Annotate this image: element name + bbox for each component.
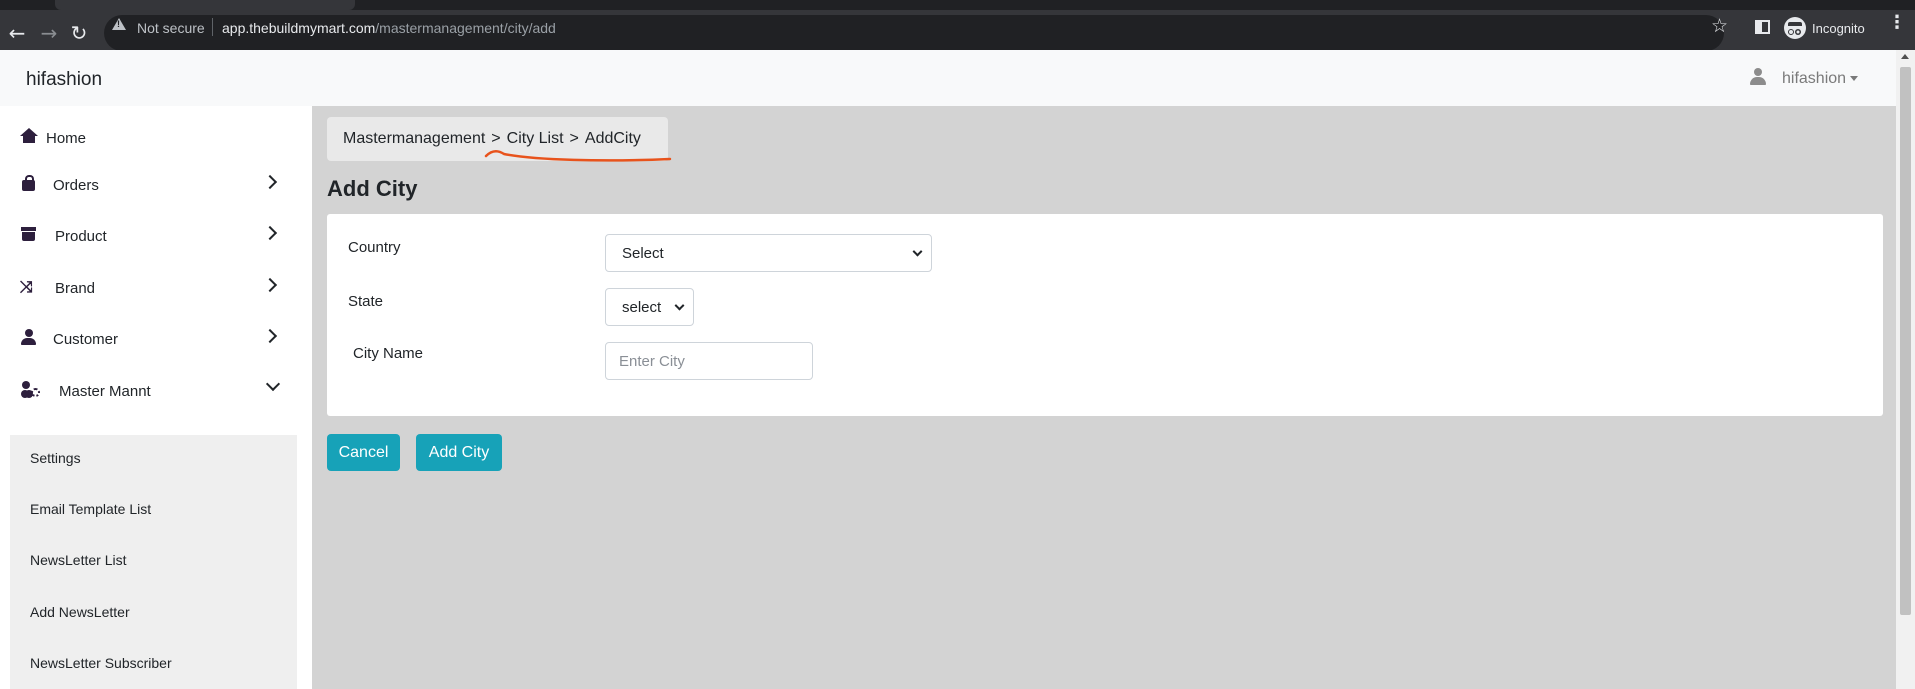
user-icon[interactable] [1749,68,1767,86]
city-name-label: City Name [353,345,424,362]
user-gear-icon [20,381,40,399]
sidebar-item-label: Master Mannt [59,383,151,400]
chevron-down-icon [912,246,923,257]
breadcrumb-item-city-list[interactable]: City List [507,130,564,148]
scroll-up-icon[interactable] [1901,54,1909,59]
person-icon [20,329,38,347]
sidebar-item-label: Orders [53,177,99,194]
submenu-item-newsletter-subscriber[interactable]: NewsLetter Subscriber [30,655,172,671]
sidebar-item-orders[interactable]: Orders [0,163,312,207]
chevron-down-icon [674,300,685,311]
forward-arrow-icon[interactable]: → [37,21,61,45]
page-scrollbar[interactable] [1896,50,1915,689]
sidebar-item-brand[interactable]: ⤨ Brand [0,266,312,310]
submenu-master-mannt: Settings Email Template List NewsLetter … [10,435,297,689]
back-arrow-icon[interactable]: ← [5,21,29,45]
breadcrumb-separator: > [569,130,579,147]
scrollbar-thumb[interactable] [1900,67,1911,615]
browser-menu-icon[interactable]: ⋮ [1888,14,1906,32]
home-icon [20,128,38,146]
chevron-right-icon [262,174,278,190]
sidebar-item-label: Home [46,130,87,147]
country-label: Country [348,239,401,256]
chevron-right-icon [262,328,278,344]
sidebar-item-label: Customer [53,331,119,348]
country-select-value: Select [622,244,664,262]
breadcrumb-separator: > [491,130,501,147]
sidebar-item-product[interactable]: Product [0,214,312,258]
incognito-indicator[interactable]: Incognito [1780,15,1873,41]
chevron-right-icon [262,277,278,293]
user-menu-toggle[interactable]: hifashion [1782,70,1846,88]
chevron-down-icon [265,376,281,392]
shopping-bag-icon [20,175,38,193]
add-city-form: Country Select State select City Name [327,214,1883,416]
sidebar-item-label: Product [55,228,107,245]
reload-icon[interactable]: ↻ [67,21,91,45]
add-city-button[interactable]: Add City [416,434,502,471]
breadcrumb-item-addcity: AddCity [584,130,641,147]
sidebar-item-customer[interactable]: Customer [0,317,312,361]
submenu-item-settings[interactable]: Settings [30,450,81,466]
incognito-label: Incognito [1812,20,1865,36]
warning-icon[interactable] [112,18,126,30]
sidebar-item-label: Brand [55,280,96,297]
browser-tab[interactable] [55,0,355,10]
submenu-item-add-newsletter[interactable]: Add NewsLetter [30,604,130,620]
caret-down-icon[interactable] [1850,76,1858,81]
page-title: Add City [327,176,418,201]
side-panel-icon[interactable] [1755,20,1770,34]
browser-tab-strip [0,0,1915,10]
sidebar-item-master-mannt[interactable]: Master Mannt [0,369,312,413]
country-select[interactable]: Select [605,234,932,272]
submenu-item-email-template-list[interactable]: Email Template List [30,501,151,517]
app-navbar: hifashion hifashion [0,50,1896,106]
sidebar: Home Orders Product ⤨ Brand Customer Mas… [0,106,312,689]
url-path: /mastermanagement/city/add [375,20,556,36]
main-content: Mastermanagement > City List > AddCity A… [312,106,1896,689]
annotation-underline [484,150,672,162]
incognito-icon [1784,17,1806,39]
bookmark-star-icon[interactable]: ☆ [1711,15,1728,37]
state-select[interactable]: select [605,288,694,326]
archive-icon [20,226,38,244]
url-host: app.thebuildmymart.com [222,20,376,36]
url-text[interactable]: app.thebuildmymart.com/mastermanagement/… [222,20,556,36]
cancel-button[interactable]: Cancel [327,434,400,471]
submenu-item-newsletter-list[interactable]: NewsLetter List [30,552,126,568]
state-select-value: select [622,298,662,316]
breadcrumb-item-mastermanagement[interactable]: Mastermanagement [343,130,485,148]
city-name-input[interactable] [605,342,813,380]
chevron-right-icon [262,225,278,241]
sidebar-item-home[interactable]: Home [0,116,312,160]
brand-logo[interactable]: hifashion [26,69,102,91]
address-separator [212,18,213,36]
security-status[interactable]: Not secure [137,20,205,36]
shuffle-icon: ⤨ [20,277,33,296]
state-label: State [348,293,384,310]
